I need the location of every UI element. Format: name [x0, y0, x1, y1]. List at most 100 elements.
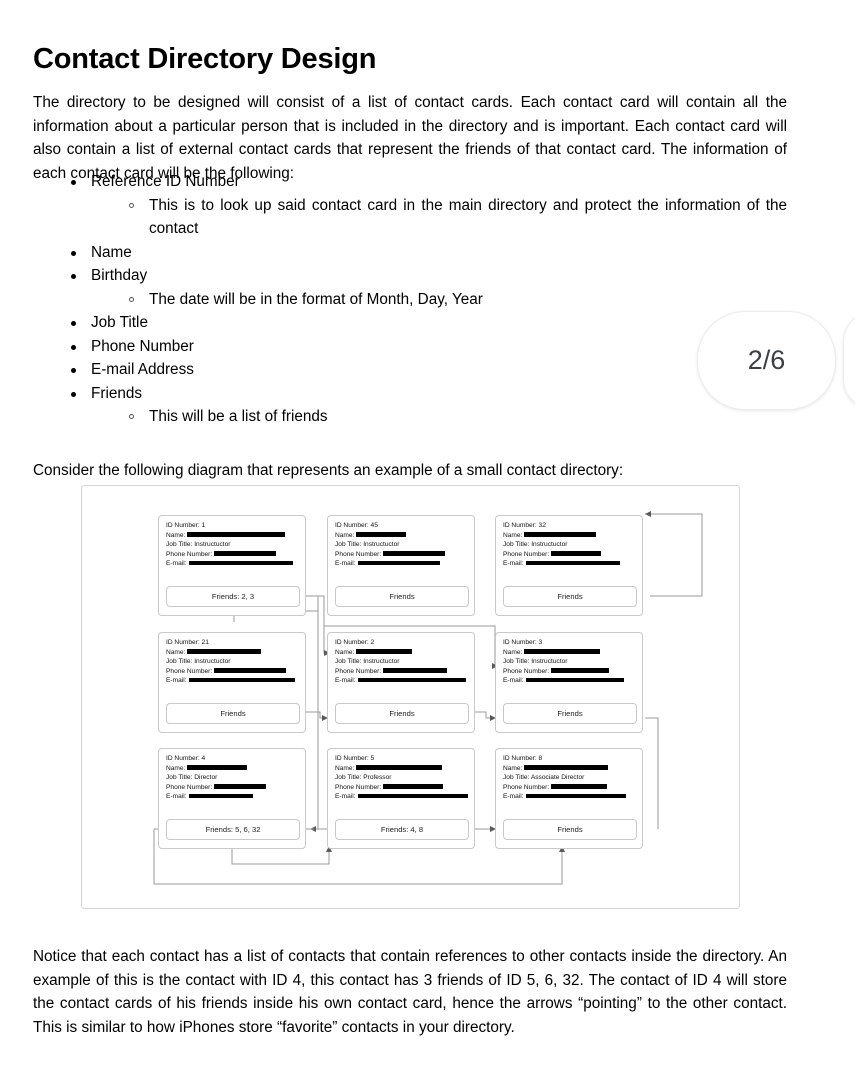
- card-phone-label: Phone Number:: [166, 667, 213, 675]
- card-id-field: ID Number: 45: [335, 521, 469, 531]
- card-email-field: E-mail:: [166, 792, 300, 802]
- card-name-label: Name:: [503, 648, 523, 656]
- card-phone-label: Phone Number:: [503, 783, 550, 791]
- list-item: This is to look up said contact card in …: [33, 194, 787, 241]
- card-email-field: E-mail:: [503, 792, 637, 802]
- redacted-phone: [383, 668, 448, 673]
- friends-box[interactable]: Friends: [166, 703, 300, 724]
- card-name-label: Name:: [166, 648, 186, 656]
- redacted-phone: [551, 784, 608, 789]
- bullet-label: The date will be in the format of Month,…: [149, 290, 483, 308]
- card-phone-label: Phone Number:: [503, 550, 550, 558]
- card-name-label: Name:: [503, 764, 523, 772]
- card-phone-field: Phone Number:: [503, 783, 637, 793]
- redacted-name: [356, 764, 443, 770]
- contact-card[interactable]: ID Number: 21 Name: Job Title: Instructu…: [158, 632, 306, 733]
- list-item: The date will be in the format of Month,…: [33, 288, 787, 312]
- card-fields: ID Number: 1 Name: Job Title: Instructuc…: [166, 521, 300, 569]
- card-name-field: Name:: [335, 648, 469, 658]
- card-phone-field: Phone Number:: [166, 783, 300, 793]
- friends-label: Friends: 5, 6, 32: [205, 825, 261, 834]
- redacted-name: [187, 764, 248, 770]
- redacted-phone: [214, 784, 267, 789]
- contact-card[interactable]: ID Number: 45 Name: Job Title: Instructu…: [327, 515, 475, 616]
- page-indicator-badge[interactable]: 2/6: [697, 311, 836, 410]
- card-fields: ID Number: 5 Name: Job Title: Professor …: [335, 754, 469, 802]
- friends-box[interactable]: Friends: [503, 819, 637, 840]
- card-job-label: Job Title: Professor: [335, 774, 392, 782]
- card-job-label: Job Title: Instructuctor: [166, 658, 231, 666]
- card-email-field: E-mail:: [503, 559, 637, 569]
- friends-box[interactable]: Friends: [335, 586, 469, 607]
- page-indicator-badge-next[interactable]: [843, 311, 855, 410]
- card-fields: ID Number: 8 Name: Job Title: Associate …: [503, 754, 637, 802]
- redacted-email: [357, 793, 468, 799]
- card-job-field: Job Title: Instructuctor: [166, 657, 300, 667]
- card-id-field: ID Number: 21: [166, 638, 300, 648]
- card-name-field: Name:: [166, 648, 300, 658]
- card-phone-label: Phone Number:: [335, 783, 382, 791]
- card-name-field: Name:: [503, 531, 637, 541]
- contact-card[interactable]: ID Number: 32 Name: Job Title: Instructu…: [495, 515, 643, 616]
- card-job-label: Job Title: Instructuctor: [503, 658, 568, 666]
- friends-box[interactable]: Friends: [335, 703, 469, 724]
- friends-box[interactable]: Friends: 5, 6, 32: [166, 819, 300, 840]
- card-name-label: Name:: [335, 648, 355, 656]
- card-phone-label: Phone Number:: [335, 667, 382, 675]
- card-phone-label: Phone Number:: [166, 783, 213, 791]
- card-name-label: Name:: [335, 764, 355, 772]
- card-name-field: Name:: [503, 764, 637, 774]
- contact-card[interactable]: ID Number: 8 Name: Job Title: Associate …: [495, 748, 643, 849]
- friends-label: Friends: [557, 825, 583, 834]
- friends-label: Friends: [557, 592, 583, 601]
- card-email-label: E-mail:: [166, 677, 187, 685]
- notice-paragraph: Notice that each contact has a list of c…: [33, 948, 787, 1036]
- friends-box[interactable]: Friends: [503, 586, 637, 607]
- friends-label: Friends: [389, 592, 415, 601]
- contact-card[interactable]: ID Number: 5 Name: Job Title: Professor …: [327, 748, 475, 849]
- card-email-label: E-mail:: [335, 793, 356, 801]
- bullet-label: Reference ID Number: [91, 173, 240, 190]
- redacted-email: [525, 560, 620, 566]
- bullet-label: Job Title: [91, 314, 148, 331]
- contact-directory-diagram: ID Number: 1 Name: Job Title: Instructuc…: [81, 485, 740, 909]
- card-email-label: E-mail:: [503, 560, 524, 568]
- bullet-label: Friends: [91, 384, 143, 402]
- card-fields: ID Number: 2 Name: Job Title: Instructuc…: [335, 638, 469, 686]
- contact-card[interactable]: ID Number: 3 Name: Job Title: Instructuc…: [495, 632, 643, 733]
- list-item: Job Title: [33, 311, 787, 335]
- friends-box[interactable]: Friends: [503, 703, 637, 724]
- redacted-email: [525, 677, 624, 683]
- bullet-label: Phone Number: [91, 337, 194, 355]
- friends-box[interactable]: Friends: 4, 8: [335, 819, 469, 840]
- redacted-email: [525, 793, 626, 799]
- card-phone-field: Phone Number:: [335, 550, 469, 560]
- card-phone-field: Phone Number:: [166, 550, 300, 560]
- redacted-name: [524, 764, 609, 770]
- bullet-label: E-mail Address: [91, 361, 194, 378]
- redacted-name: [356, 531, 407, 537]
- card-job-field: Job Title: Instructuctor: [166, 540, 300, 550]
- card-phone-label: Phone Number:: [335, 550, 382, 558]
- card-id-label: ID Number: 32: [503, 522, 546, 529]
- redacted-name: [187, 648, 262, 654]
- card-name-label: Name:: [335, 531, 355, 539]
- card-name-label: Name:: [166, 531, 186, 539]
- card-email-label: E-mail:: [335, 677, 356, 685]
- contact-card[interactable]: ID Number: 2 Name: Job Title: Instructuc…: [327, 632, 475, 733]
- diagram-canvas: ID Number: 1 Name: Job Title: Instructuc…: [82, 486, 739, 908]
- redacted-phone: [551, 551, 602, 556]
- contact-card[interactable]: ID Number: 1 Name: Job Title: Instructuc…: [158, 515, 306, 616]
- card-id-field: ID Number: 32: [503, 521, 637, 531]
- card-email-field: E-mail:: [335, 559, 469, 569]
- card-fields: ID Number: 21 Name: Job Title: Instructu…: [166, 638, 300, 686]
- card-job-field: Job Title: Professor: [335, 773, 469, 783]
- list-item: This will be a list of friends: [33, 405, 787, 429]
- contact-card[interactable]: ID Number: 4 Name: Job Title: Director P…: [158, 748, 306, 849]
- card-name-field: Name:: [166, 764, 300, 774]
- friends-box[interactable]: Friends: 2, 3: [166, 586, 300, 607]
- card-id-label: ID Number: 1: [166, 522, 206, 529]
- list-item: Name: [33, 241, 787, 265]
- card-phone-field: Phone Number:: [503, 550, 637, 560]
- card-id-label: ID Number: 21: [166, 639, 209, 646]
